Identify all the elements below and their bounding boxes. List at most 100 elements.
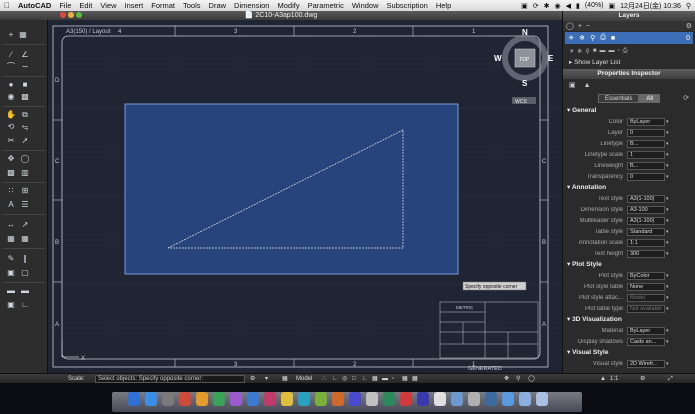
measure-icon[interactable]: ∥ (20, 254, 30, 264)
visible-icon[interactable]: ☀ (568, 34, 574, 42)
layer-linetype-icon[interactable]: ▬ (599, 48, 605, 54)
leader-icon[interactable]: ↗ (20, 220, 30, 230)
move-icon[interactable]: ✋ (6, 110, 16, 120)
dropdown-icon[interactable]: ▾ (665, 284, 671, 290)
compass-west[interactable]: W (494, 54, 502, 63)
orbit-icon[interactable]: ◯ (20, 154, 30, 164)
menu-draw[interactable]: Draw (205, 1, 231, 10)
sync-icon[interactable]: ⟳ (533, 2, 539, 10)
property-value[interactable]: 2D Wirefr... (627, 359, 665, 368)
dropdown-icon[interactable]: ▾ (665, 152, 671, 158)
menu-edit[interactable]: Edit (75, 1, 96, 10)
dropdown-icon[interactable]: ▾ (665, 119, 671, 125)
dimension-icon[interactable]: ↔ (6, 220, 16, 230)
viewcube[interactable]: TOP N S W E (494, 28, 554, 88)
text-icon[interactable]: A (6, 200, 16, 210)
property-value[interactable]: A3(1-100) (627, 194, 665, 203)
dropdown-icon[interactable]: ▾ (665, 273, 671, 279)
layer-state-icon[interactable]: ▬ (20, 286, 30, 296)
dock-app-icon[interactable] (502, 392, 514, 406)
menu-help[interactable]: Help (432, 1, 455, 10)
dock-app-icon[interactable] (417, 392, 429, 406)
layer-lock-icon[interactable]: ⚲ (585, 48, 589, 55)
menu-window[interactable]: Window (348, 1, 383, 10)
dock-app-icon[interactable] (485, 392, 497, 406)
dock-app-icon[interactable] (162, 392, 174, 406)
property-value[interactable]: B... (627, 139, 665, 148)
dock-app-icon[interactable] (281, 392, 293, 406)
volume-icon[interactable]: ◀ (566, 2, 571, 10)
property-value[interactable]: B... (627, 161, 665, 170)
menu-insert[interactable]: Insert (120, 1, 147, 10)
compass-east[interactable]: E (548, 54, 554, 63)
inspector-section-header[interactable]: ▾ Annotation (563, 182, 695, 193)
arc-icon[interactable]: ⌒ (6, 62, 16, 72)
spotlight-icon[interactable]: ⚲ (686, 2, 691, 10)
property-value[interactable]: 300 (627, 249, 665, 258)
menu-tools[interactable]: Tools (179, 1, 205, 10)
mirror-icon[interactable]: ⥃ (20, 122, 30, 132)
dock-app-icon[interactable] (536, 392, 548, 406)
inspector-section-header[interactable]: ▾ Visual Style (563, 347, 695, 358)
color-icon[interactable]: ■ (611, 35, 615, 42)
circle-icon[interactable]: ● (6, 80, 16, 90)
dock-app-icon[interactable] (128, 392, 140, 406)
input-source-icon[interactable]: ▣ (609, 2, 616, 10)
dropdown-icon[interactable]: ▾ (665, 174, 671, 180)
record-icon[interactable]: ▣ (521, 2, 528, 10)
dock-app-icon[interactable] (230, 392, 242, 406)
layer-color-icon[interactable]: ■ (593, 48, 597, 54)
dock-app-icon[interactable] (383, 392, 395, 406)
property-value[interactable]: Not available (627, 304, 665, 313)
property-value[interactable]: A3-100 (627, 205, 665, 214)
trim-icon[interactable]: ✂ (6, 136, 16, 146)
select-objects-icon[interactable]: ▲ (584, 82, 591, 89)
menu-modify[interactable]: Modify (273, 1, 303, 10)
dropdown-icon[interactable]: ▾ (665, 130, 671, 136)
array-icon[interactable]: ∷ (6, 186, 16, 196)
block-icon[interactable]: ▩ (6, 168, 16, 178)
battery-icon[interactable]: ▮ (576, 2, 580, 10)
remove-icon[interactable]: − (586, 23, 590, 30)
dock-app-icon[interactable] (247, 392, 259, 406)
property-value[interactable]: ByLayer (627, 117, 665, 126)
layer-tool-icon[interactable]: ▬ (6, 286, 16, 296)
pan-icon[interactable]: ✥ (6, 154, 16, 164)
property-value[interactable]: A3(1-100) (627, 216, 665, 225)
rotate-icon[interactable]: ⟲ (6, 122, 16, 132)
clock[interactable]: 12月24日(金) 10:36 (620, 1, 681, 11)
polyline-icon[interactable]: ∠ (20, 50, 30, 60)
hatch-icon[interactable]: ▩ (20, 92, 30, 102)
property-value[interactable]: 1 (627, 150, 665, 159)
property-value[interactable]: None (627, 282, 665, 291)
field-icon[interactable]: ▦ (20, 234, 30, 244)
spline-icon[interactable]: ∼ (20, 62, 30, 72)
dropdown-icon[interactable]: ▾ (665, 141, 671, 147)
bluetooth-icon[interactable]: ✱ (544, 2, 550, 10)
menu-subscription[interactable]: Subscription (383, 1, 432, 10)
new-layer-icon[interactable]: ◯ (566, 22, 574, 30)
line-icon[interactable]: ∕ (6, 50, 16, 60)
table-icon[interactable]: ▦ (6, 234, 16, 244)
ucs-icon[interactable]: ∟ (20, 300, 30, 310)
match-properties-icon[interactable]: ✎ (6, 254, 16, 264)
view-icon[interactable]: ▣ (6, 300, 16, 310)
dropdown-icon[interactable]: ▾ (665, 328, 671, 334)
dock-app-icon[interactable] (315, 392, 327, 406)
settings-icon[interactable]: ⚙ (686, 22, 692, 30)
menu-app[interactable]: AutoCAD (14, 1, 55, 10)
inspector-section-header[interactable]: ▾ General (563, 105, 695, 116)
dropdown-icon[interactable]: ▾ (665, 361, 671, 367)
property-value[interactable]: 1:1 (627, 238, 665, 247)
tab-essentials[interactable]: Essentials (597, 93, 640, 103)
inspector-section-header[interactable]: ▾ Plot Style (563, 259, 695, 270)
dropdown-icon[interactable]: ▾ (665, 196, 671, 202)
dock-app-icon[interactable] (349, 392, 361, 406)
drawing-canvas[interactable]: A3(150) / Layout 4 3 2 1 3 2 1 D C B A C… (48, 20, 562, 373)
layer-row[interactable]: ☀ ❄ ⚲ ⎙ ■ 0 (565, 32, 693, 44)
show-layer-list[interactable]: ▸ Show Layer List (563, 57, 695, 69)
quick-select-icon[interactable]: ▣ (569, 81, 576, 89)
ellipse-icon[interactable]: ◉ (6, 92, 16, 102)
rectangle-icon[interactable]: ■ (20, 80, 30, 90)
dropdown-icon[interactable]: ▾ (665, 339, 671, 345)
